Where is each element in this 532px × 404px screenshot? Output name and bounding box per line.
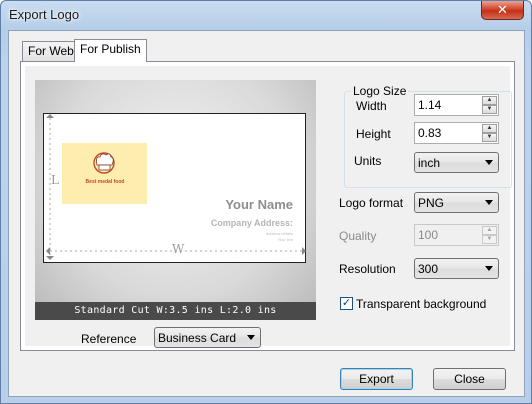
- height-value: 0.83: [418, 126, 442, 140]
- spin-down-icon[interactable]: ▼: [482, 133, 497, 142]
- logo-format-value: PNG: [418, 196, 445, 210]
- tab-for-web[interactable]: For Web: [22, 41, 80, 61]
- quality-label: Quality: [339, 229, 377, 243]
- card-address-line: Your line: [277, 237, 293, 242]
- window-title: Export Logo: [9, 7, 80, 22]
- resolution-select[interactable]: 300: [414, 258, 499, 279]
- reference-select[interactable]: Business Card: [154, 327, 261, 348]
- width-label: Width: [356, 99, 387, 113]
- units-label: Units: [354, 154, 382, 168]
- chevron-down-icon: [485, 160, 493, 165]
- chevron-down-icon: [485, 200, 493, 205]
- close-icon[interactable]: ✕: [481, 1, 524, 20]
- spin-up-icon[interactable]: ▲: [482, 96, 497, 105]
- logo-format-select[interactable]: PNG: [414, 192, 499, 213]
- logo-size-title: Logo Size: [351, 84, 409, 98]
- reference-value: Business Card: [158, 331, 237, 345]
- width-arrow-right: [302, 247, 306, 255]
- card-address-text: Company Address:: [210, 218, 293, 228]
- spin-up-icon[interactable]: ▲: [482, 226, 497, 235]
- logo-caption: Best medal food: [85, 179, 125, 185]
- tab-for-publish[interactable]: For Publish: [74, 39, 147, 62]
- chevron-down-icon: [485, 266, 493, 271]
- width-spinbox[interactable]: 1.14 ▲ ▼: [414, 94, 499, 116]
- cut-dimension-readout: Standard Cut W:3.5 ins L:2.0 ins: [35, 302, 316, 320]
- title-bar: Export Logo ✕: [1, 1, 531, 31]
- height-spinbox[interactable]: 0.83 ▲ ▼: [414, 122, 499, 144]
- units-value: inch: [418, 156, 441, 170]
- resolution-label: Resolution: [339, 262, 396, 276]
- dialog-body: For Web For Publish L W Best medal food …: [8, 30, 525, 397]
- logo-format-label: Logo format: [339, 196, 404, 210]
- logo-image: Best medal food: [62, 143, 147, 204]
- chevron-down-icon: [247, 335, 255, 340]
- units-select[interactable]: inch: [414, 152, 499, 173]
- chef-hat-icon: [93, 152, 115, 174]
- export-logo-dialog: Export Logo ✕ For Web For Publish L W Be…: [0, 0, 532, 404]
- logo-preview: L W Best medal food Your Name Company Ad…: [35, 80, 316, 320]
- width-arrow-left: [46, 247, 50, 255]
- height-label: Height: [356, 127, 391, 141]
- length-arrow-bottom: [46, 256, 54, 260]
- panel-content: L W Best medal food Your Name Company Ad…: [25, 66, 512, 348]
- spin-up-icon[interactable]: ▲: [482, 124, 497, 133]
- transparent-background-label[interactable]: Transparent background: [356, 297, 486, 311]
- card-address-line: address details: [266, 231, 293, 236]
- reference-label: Reference: [81, 332, 137, 346]
- card-name-text: Your Name: [225, 197, 293, 212]
- export-button[interactable]: Export: [340, 368, 413, 390]
- quality-value: 100: [418, 228, 439, 242]
- transparent-background-checkbox[interactable]: ✓: [340, 297, 353, 310]
- length-axis-label: L: [51, 173, 59, 187]
- business-card-preview: L W Best medal food Your Name Company Ad…: [43, 113, 306, 263]
- spin-down-icon[interactable]: ▼: [482, 235, 497, 244]
- close-button[interactable]: Close: [433, 368, 506, 390]
- width-value: 1.14: [418, 98, 442, 112]
- quality-spinbox[interactable]: 100 ▲ ▼: [414, 224, 499, 246]
- resolution-value: 300: [418, 262, 439, 276]
- tab-panel-for-publish: L W Best medal food Your Name Company Ad…: [20, 61, 515, 351]
- width-axis-label: W: [172, 242, 185, 256]
- spin-down-icon[interactable]: ▼: [482, 105, 497, 114]
- length-arrow-top: [46, 114, 54, 118]
